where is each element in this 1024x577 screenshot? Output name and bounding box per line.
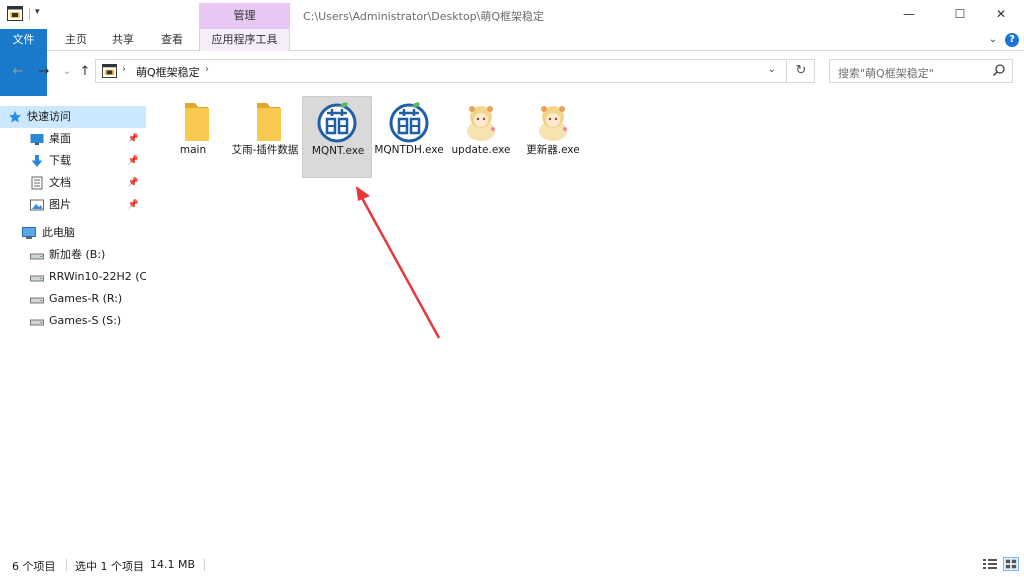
sidebar-item-drive-r[interactable]: Games-R (R:)	[0, 288, 146, 310]
search-placeholder: 搜索"萌Q框架稳定"	[838, 67, 934, 80]
tab-view[interactable]: 查看	[153, 29, 191, 51]
close-button[interactable]: ✕	[978, 0, 1024, 29]
sidebar-item-drive-b[interactable]: 新加卷 (B:)	[0, 244, 146, 266]
sidebar-item-desktop[interactable]: 桌面 📌	[0, 128, 146, 150]
drive-icon	[30, 253, 44, 260]
sidebar-item-this-pc[interactable]: 此电脑	[0, 222, 146, 244]
address-bar[interactable]: › 萌Q框架稳定 › ⌄	[95, 59, 787, 83]
folder-icon	[257, 103, 281, 141]
file-list: main 艾雨-插件数据 MQNT.exe MQNTDH.exe update.…	[150, 96, 1024, 550]
star-icon	[9, 111, 21, 123]
navigation-pane: 快速访问 桌面 📌 下载 📌 文档 📌 图片 📌 此电脑 新加卷 (B:) RR…	[0, 96, 146, 550]
search-input[interactable]: 搜索"萌Q框架稳定"	[829, 59, 1013, 83]
file-item-main[interactable]: main	[158, 96, 228, 176]
file-name: 更新器.exe	[526, 144, 580, 156]
minimize-button[interactable]: —	[886, 0, 932, 29]
maximize-button[interactable]: ☐	[937, 0, 983, 29]
sidebar-item-pictures[interactable]: 图片 📌	[0, 194, 146, 216]
up-button[interactable]: ↑	[77, 63, 93, 81]
quick-access-dropdown-icon[interactable]: ▾	[35, 7, 45, 19]
window-title: C:\Users\Administrator\Desktop\萌Q框架稳定	[303, 10, 545, 23]
sidebar-item-drive-c[interactable]: RRWin10-22H2 (C	[0, 266, 146, 288]
address-dropdown-icon[interactable]: ⌄	[768, 64, 776, 75]
details-view-icon[interactable]	[982, 557, 998, 571]
mqnt-app-icon	[317, 102, 357, 143]
file-name: MQNT.exe	[311, 145, 365, 157]
mqnt-app-icon	[389, 102, 429, 143]
selection-size: 14.1 MB	[150, 558, 196, 571]
navigation-bar: ← → ⌄ ↑ › 萌Q框架稳定 › ⌄ ↻ 搜索"萌Q框架稳定"	[0, 58, 1024, 86]
file-name: MQNTDH.exe	[374, 144, 444, 156]
pin-icon[interactable]: 📌	[128, 128, 139, 150]
refresh-button[interactable]: ↻	[788, 59, 815, 83]
quick-access-separator	[29, 8, 30, 20]
sidebar-item-downloads[interactable]: 下载 📌	[0, 150, 146, 172]
anime-character-icon	[539, 106, 567, 141]
status-bar: 6 个项目 选中 1 个项目 14.1 MB	[0, 553, 1024, 577]
drive-icon	[30, 275, 44, 282]
file-name: 艾雨-插件数据	[231, 144, 299, 156]
drive-icon	[30, 319, 44, 326]
sidebar-item-quick-access[interactable]: 快速访问	[0, 106, 146, 128]
status-separator	[66, 559, 67, 571]
sidebar-item-drive-s[interactable]: Games-S (S:)	[0, 310, 146, 332]
sidebar-item-label: 下载	[49, 154, 71, 167]
recent-locations-icon[interactable]: ⌄	[59, 63, 75, 81]
folder-location-icon	[102, 64, 117, 78]
context-tab-group-manage: 管理	[199, 3, 290, 29]
sidebar-item-documents[interactable]: 文档 📌	[0, 172, 146, 194]
tab-application-tools[interactable]: 应用程序工具	[199, 29, 290, 51]
collapse-ribbon-icon[interactable]: ⌄	[985, 33, 1001, 47]
selection-count: 选中 1 个项目	[75, 560, 144, 573]
file-name: main	[179, 144, 207, 156]
breadcrumb[interactable]: 萌Q框架稳定	[136, 64, 200, 80]
file-item-mqntdh-exe[interactable]: MQNTDH.exe	[374, 96, 444, 176]
sidebar-item-label: 快速访问	[27, 110, 71, 123]
folder-icon	[185, 103, 209, 141]
file-item-update-exe[interactable]: update.exe	[446, 96, 516, 176]
computer-icon	[22, 227, 36, 239]
sidebar-item-label: 文档	[49, 176, 71, 189]
pin-icon[interactable]: 📌	[128, 194, 139, 216]
download-icon	[31, 155, 43, 167]
item-count: 6 个项目	[12, 560, 56, 573]
sidebar-item-label: RRWin10-22H2 (C	[49, 270, 146, 283]
ribbon-tabs: 文件 主页 共享 查看 应用程序工具 ⌄ ?	[0, 29, 1024, 109]
search-icon[interactable]	[992, 63, 1006, 77]
file-item-updater-exe[interactable]: 更新器.exe	[518, 96, 588, 176]
tab-share[interactable]: 共享	[104, 29, 142, 51]
document-icon	[31, 176, 43, 190]
sidebar-item-label: 此电脑	[42, 226, 75, 239]
breadcrumb-chevron-icon[interactable]: ›	[122, 64, 126, 75]
breadcrumb-chevron-icon[interactable]: ›	[205, 64, 209, 75]
explorer-window-icon[interactable]	[7, 6, 23, 21]
title-bar: ▾ 管理 C:\Users\Administrator\Desktop\萌Q框架…	[0, 0, 1024, 29]
large-icons-view-icon[interactable]	[1003, 557, 1019, 571]
tab-home[interactable]: 主页	[57, 29, 95, 51]
drive-icon	[30, 297, 44, 304]
sidebar-item-label: Games-S (S:)	[49, 314, 122, 327]
pin-icon[interactable]: 📌	[128, 172, 139, 194]
pictures-icon	[30, 199, 44, 211]
forward-button[interactable]: →	[36, 63, 52, 81]
anime-character-icon	[467, 106, 495, 141]
desktop-icon	[30, 134, 44, 145]
file-item-plugin-data[interactable]: 艾雨-插件数据	[230, 96, 300, 176]
help-icon[interactable]: ?	[1005, 33, 1019, 47]
sidebar-item-label: 图片	[49, 198, 71, 211]
back-button[interactable]: ←	[10, 63, 26, 81]
sidebar-item-label: Games-R (R:)	[49, 292, 123, 305]
file-item-mqnt-exe[interactable]: MQNT.exe	[302, 96, 372, 178]
status-separator	[204, 559, 205, 571]
sidebar-item-label: 新加卷 (B:)	[49, 248, 106, 261]
file-name: update.exe	[451, 144, 511, 156]
pin-icon[interactable]: 📌	[128, 150, 139, 172]
sidebar-item-label: 桌面	[49, 132, 71, 145]
